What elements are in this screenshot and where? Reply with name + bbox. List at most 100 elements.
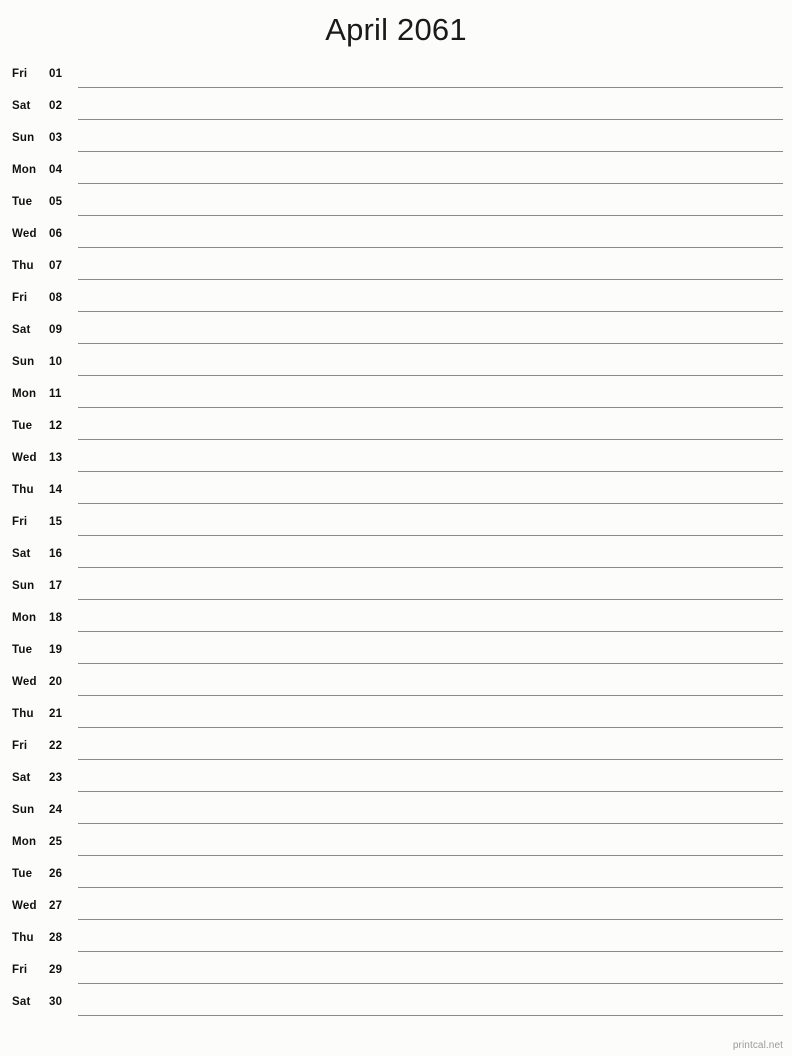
day-number: 22 bbox=[49, 740, 63, 752]
day-row[interactable]: Wed 20 bbox=[0, 668, 792, 700]
day-row[interactable]: Fri 01 bbox=[0, 60, 792, 92]
note-writing-line[interactable] bbox=[78, 887, 783, 888]
day-number: 11 bbox=[49, 388, 62, 400]
day-number: 25 bbox=[49, 836, 63, 848]
day-row[interactable]: Sun 03 bbox=[0, 124, 792, 156]
day-row[interactable]: Mon 11 bbox=[0, 380, 792, 412]
day-number: 26 bbox=[49, 868, 63, 880]
day-row[interactable]: Tue 26 bbox=[0, 860, 792, 892]
weekday-label: Sat bbox=[12, 100, 31, 112]
note-writing-line[interactable] bbox=[78, 663, 783, 664]
weekday-label: Sun bbox=[12, 804, 35, 816]
note-writing-line[interactable] bbox=[78, 183, 783, 184]
day-row[interactable]: Tue 12 bbox=[0, 412, 792, 444]
note-writing-line[interactable] bbox=[78, 439, 783, 440]
note-writing-line[interactable] bbox=[78, 983, 783, 984]
note-writing-line[interactable] bbox=[78, 503, 783, 504]
weekday-label: Sat bbox=[12, 324, 31, 336]
weekday-label: Fri bbox=[12, 964, 28, 976]
day-number: 21 bbox=[49, 708, 63, 720]
weekday-label: Sun bbox=[12, 132, 35, 144]
note-writing-line[interactable] bbox=[78, 119, 783, 120]
note-writing-line[interactable] bbox=[78, 855, 783, 856]
day-row[interactable]: Sun 10 bbox=[0, 348, 792, 380]
note-writing-line[interactable] bbox=[78, 791, 783, 792]
weekday-label: Mon bbox=[12, 836, 37, 848]
weekday-label: Tue bbox=[12, 420, 33, 432]
note-writing-line[interactable] bbox=[78, 951, 783, 952]
note-writing-line[interactable] bbox=[78, 599, 783, 600]
note-writing-line[interactable] bbox=[78, 823, 783, 824]
day-number: 30 bbox=[49, 996, 63, 1008]
day-number: 08 bbox=[49, 292, 63, 304]
day-row[interactable]: Sat 23 bbox=[0, 764, 792, 796]
weekday-label: Thu bbox=[12, 260, 34, 272]
day-row[interactable]: Tue 05 bbox=[0, 188, 792, 220]
day-row[interactable]: Fri 08 bbox=[0, 284, 792, 316]
note-writing-line[interactable] bbox=[78, 567, 783, 568]
day-row[interactable]: Wed 06 bbox=[0, 220, 792, 252]
day-number: 10 bbox=[49, 356, 63, 368]
day-row[interactable]: Fri 29 bbox=[0, 956, 792, 988]
day-row[interactable]: Mon 04 bbox=[0, 156, 792, 188]
day-row[interactable]: Sun 17 bbox=[0, 572, 792, 604]
note-writing-line[interactable] bbox=[78, 375, 783, 376]
day-number: 09 bbox=[49, 324, 63, 336]
day-row[interactable]: Mon 25 bbox=[0, 828, 792, 860]
weekday-label: Thu bbox=[12, 484, 34, 496]
weekday-label: Thu bbox=[12, 932, 34, 944]
note-writing-line[interactable] bbox=[78, 151, 783, 152]
day-row[interactable]: Thu 07 bbox=[0, 252, 792, 284]
note-writing-line[interactable] bbox=[78, 279, 783, 280]
footer-credit: printcal.net bbox=[732, 1040, 783, 1051]
day-row[interactable]: Thu 21 bbox=[0, 700, 792, 732]
day-row[interactable]: Sat 30 bbox=[0, 988, 792, 1020]
day-row[interactable]: Wed 27 bbox=[0, 892, 792, 924]
note-writing-line[interactable] bbox=[78, 1015, 783, 1016]
day-number: 03 bbox=[49, 132, 63, 144]
day-row[interactable]: Sat 09 bbox=[0, 316, 792, 348]
weekday-label: Sat bbox=[12, 548, 31, 560]
note-writing-line[interactable] bbox=[78, 247, 783, 248]
weekday-label: Fri bbox=[12, 516, 28, 528]
weekday-label: Fri bbox=[12, 68, 28, 80]
day-row[interactable]: Tue 19 bbox=[0, 636, 792, 668]
day-row[interactable]: Wed 13 bbox=[0, 444, 792, 476]
note-writing-line[interactable] bbox=[78, 759, 783, 760]
day-number: 01 bbox=[49, 68, 63, 80]
day-row[interactable]: Thu 14 bbox=[0, 476, 792, 508]
day-row[interactable]: Fri 15 bbox=[0, 508, 792, 540]
note-writing-line[interactable] bbox=[78, 407, 783, 408]
weekday-label: Tue bbox=[12, 644, 33, 656]
day-row[interactable]: Sat 16 bbox=[0, 540, 792, 572]
day-number: 04 bbox=[49, 164, 63, 176]
page-title: April 2061 bbox=[325, 12, 467, 47]
note-writing-line[interactable] bbox=[78, 215, 783, 216]
note-writing-line[interactable] bbox=[78, 695, 783, 696]
day-row[interactable]: Mon 18 bbox=[0, 604, 792, 636]
weekday-label: Sun bbox=[12, 580, 35, 592]
note-writing-line[interactable] bbox=[78, 343, 783, 344]
note-writing-line[interactable] bbox=[78, 535, 783, 536]
note-writing-line[interactable] bbox=[78, 631, 783, 632]
day-number: 16 bbox=[49, 548, 63, 560]
note-writing-line[interactable] bbox=[78, 919, 783, 920]
day-number: 15 bbox=[49, 516, 63, 528]
day-row[interactable]: Sat 02 bbox=[0, 92, 792, 124]
day-number: 27 bbox=[49, 900, 63, 912]
day-row[interactable]: Fri 22 bbox=[0, 732, 792, 764]
weekday-label: Mon bbox=[12, 388, 37, 400]
note-writing-line[interactable] bbox=[78, 727, 783, 728]
note-writing-line[interactable] bbox=[78, 87, 783, 88]
weekday-label: Sun bbox=[12, 356, 35, 368]
day-row[interactable]: Thu 28 bbox=[0, 924, 792, 956]
day-row[interactable]: Sun 24 bbox=[0, 796, 792, 828]
day-number: 13 bbox=[49, 452, 63, 464]
note-writing-line[interactable] bbox=[78, 311, 783, 312]
weekday-label: Mon bbox=[12, 612, 37, 624]
day-number: 05 bbox=[49, 196, 63, 208]
weekday-label: Wed bbox=[12, 228, 37, 240]
note-writing-line[interactable] bbox=[78, 471, 783, 472]
day-number: 28 bbox=[49, 932, 63, 944]
weekday-label: Wed bbox=[12, 452, 37, 464]
